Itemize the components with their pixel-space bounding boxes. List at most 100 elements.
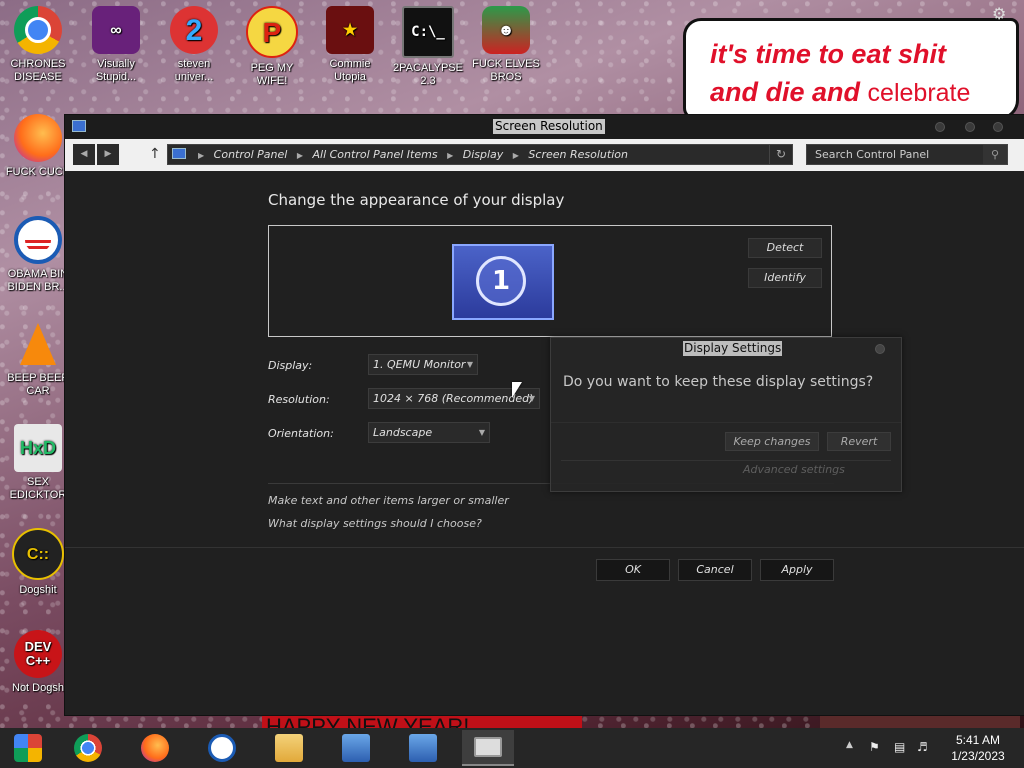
chevron-up-icon[interactable]: ▲ (846, 740, 853, 750)
desktop-icon-steven-universe[interactable]: 2 steven univer... (158, 6, 230, 84)
desktop-icon-label: Dogshit (19, 584, 57, 596)
taskbar-obama[interactable] (196, 730, 248, 766)
desktop-icon-commie-utopia[interactable]: ★ Commie Utopia (314, 6, 386, 84)
display-icon (474, 737, 502, 757)
orientation-label: Orientation: (268, 427, 334, 440)
back-button[interactable]: ◀ (73, 144, 95, 165)
up-arrow-icon[interactable]: ↑ (149, 145, 161, 163)
breadcrumb-item-screen-resolution[interactable]: Screen Resolution (528, 148, 628, 161)
desktop-icon-label: Commie Utopia (329, 58, 371, 83)
apply-button[interactable]: Apply (760, 559, 834, 581)
dialog-title: Display Settings (683, 341, 783, 356)
commie-utopia-icon: ★ (326, 6, 374, 54)
visual-studio-icon: ∞ (92, 6, 140, 54)
text-size-link[interactable]: Make text and other items larger or smal… (268, 494, 509, 507)
address-bar[interactable]: ▶ Control Panel ▶ All Control Panel Item… (167, 144, 793, 165)
taskbar-control-panel-1[interactable] (330, 730, 382, 766)
detect-button[interactable]: Detect (748, 238, 822, 258)
taskbar-screen-resolution[interactable] (462, 730, 514, 766)
flag-icon[interactable]: ⚑ (869, 740, 880, 754)
chevron-right-icon: ▶ (512, 151, 519, 160)
identify-button[interactable]: Identify (748, 268, 822, 288)
chevron-right-icon: ▶ (296, 151, 303, 160)
taskbar-chrome[interactable] (62, 730, 114, 766)
search-icon[interactable]: ⚲ (983, 145, 1007, 164)
window-title: Screen Resolution (493, 119, 605, 134)
start-button[interactable] (2, 730, 54, 766)
obama-logo-icon (208, 734, 236, 762)
desktop-icon-chrones-disease[interactable]: CHRONES DISEASE (2, 6, 74, 84)
breadcrumb-item-all-items[interactable]: All Control Panel Items (312, 148, 437, 161)
firefox-icon (141, 734, 169, 762)
monitor-1-thumbnail[interactable]: 1 (452, 244, 554, 320)
desktop-icon-label: FUCK CUCK (5, 166, 71, 178)
resolution-label: Resolution: (268, 393, 330, 406)
control-panel-icon (172, 148, 186, 159)
taskbar-file-explorer[interactable] (263, 730, 315, 766)
desktop-icon-label: SEX EDICKTOR (9, 476, 67, 501)
maximize-button[interactable] (965, 122, 975, 132)
monitor-arrangement-panel: 1 Detect Identify (268, 225, 832, 337)
meme-line-2: and die and (710, 77, 861, 107)
desktop-icon-2pacalypse[interactable]: C:\_ 2PACALYPSE 2.3 (392, 6, 464, 88)
folder-icon (275, 734, 303, 762)
orientation-value: Landscape (373, 426, 433, 439)
chevron-down-icon: ▼ (478, 428, 485, 437)
desktop-icon-label: steven univer... (174, 58, 214, 83)
search-input[interactable]: Search Control Panel ⚲ (806, 144, 1008, 165)
cancel-button[interactable]: Cancel (678, 559, 752, 581)
clock-time: 5:41 AM (955, 733, 1001, 747)
desktop-icon-label: CHRONES DISEASE (10, 58, 66, 83)
dialog-close-button[interactable] (875, 344, 885, 354)
obama-logo-icon (14, 216, 62, 264)
control-panel-icon (409, 734, 437, 762)
hxd-icon: HxD (14, 424, 62, 472)
clock[interactable]: 5:41 AM 1/23/2023 (938, 732, 1018, 764)
refresh-button[interactable]: ↻ (769, 144, 793, 165)
desktop-icon-fuck-elves-bros[interactable]: ☻ FUCK ELVES BROS (470, 6, 542, 84)
chevron-right-icon: ▶ (447, 151, 454, 160)
ok-button[interactable]: OK (596, 559, 670, 581)
desktop-icon-label: FUCK ELVES BROS (472, 58, 540, 83)
volume-icon[interactable]: ♬ (917, 740, 928, 754)
steven-universe-icon: 2 (170, 6, 218, 54)
display-label: Display: (268, 359, 313, 372)
desktop-icon-label: BEEP BEEP CAR (7, 372, 69, 397)
address-toolbar: ◀ ▶ ↑ ▶ Control Panel ▶ All Control Pane… (65, 139, 1024, 171)
which-settings-link[interactable]: What display settings should I choose? (268, 517, 482, 530)
chrome-icon (14, 6, 62, 54)
revert-button[interactable]: Revert (827, 432, 891, 451)
taskbar-control-panel-2[interactable] (397, 730, 449, 766)
meme-line-1: it's time to eat shit (710, 39, 946, 69)
mouse-cursor-icon (512, 382, 522, 398)
title-bar[interactable]: Screen Resolution (65, 115, 1024, 139)
breadcrumb-item-display[interactable]: Display (463, 148, 504, 161)
desktop-icon-visually-stupid[interactable]: ∞ Visually Stupid... (80, 6, 152, 84)
cmd-icon: C:\_ (402, 6, 454, 58)
control-panel-icon (342, 734, 370, 762)
orientation-select[interactable]: Landscape ▼ (368, 422, 490, 443)
desktop-icon-label: 2PACALYPSE 2.3 (393, 62, 463, 87)
dialog-message: Do you want to keep these display settin… (563, 374, 874, 390)
divider (561, 460, 891, 461)
taskbar-firefox[interactable] (129, 730, 181, 766)
network-icon[interactable]: ▤ (894, 740, 905, 754)
settings-gear-icon[interactable]: ⚙ (992, 4, 1014, 23)
close-button[interactable] (993, 122, 1003, 132)
desktop-icon-peg-my-wife[interactable]: P PEG MY WIFE! (236, 6, 308, 88)
forward-button[interactable]: ▶ (97, 144, 119, 165)
keep-changes-button[interactable]: Keep changes (725, 432, 819, 451)
meme-line-3: celebrate (867, 79, 971, 107)
minimize-button[interactable] (935, 122, 945, 132)
chevron-down-icon: ▼ (466, 360, 473, 369)
advanced-settings-link[interactable]: Advanced settings (743, 463, 845, 476)
breadcrumb-item-control-panel[interactable]: Control Panel (214, 148, 288, 161)
display-select[interactable]: 1. QEMU Monitor ▼ (368, 354, 478, 375)
elf-icon: ☻ (482, 6, 530, 54)
divider (551, 422, 901, 423)
codeblocks-icon: C:: (12, 528, 64, 580)
taskbar: ▲ ⚑ ▤ ♬ 5:41 AM 1/23/2023 (0, 728, 1024, 768)
desktop-icon-label: OBAMA BIN BIDEN BR... (7, 268, 69, 293)
meme-image: it's time to eat shit and die and celebr… (683, 18, 1019, 120)
search-placeholder: Search Control Panel (815, 148, 930, 161)
